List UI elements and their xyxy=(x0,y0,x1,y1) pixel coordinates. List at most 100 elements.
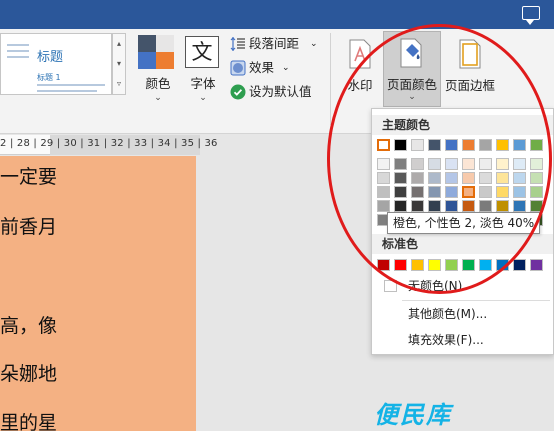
theme-shade-swatch[interactable] xyxy=(479,200,492,212)
theme-shade-swatch[interactable] xyxy=(394,158,407,170)
effects-label: 效果 xyxy=(249,60,275,75)
theme-color-swatch[interactable] xyxy=(530,139,543,151)
theme-shade-swatch[interactable] xyxy=(479,158,492,170)
theme-shade-swatch[interactable] xyxy=(479,186,492,198)
watermark-button[interactable]: 水印 xyxy=(340,33,380,103)
paragraph-spacing-label: 段落间距 xyxy=(249,36,300,51)
theme-colors-header: 主题颜色 xyxy=(372,115,553,135)
ribbon-divider xyxy=(330,33,331,125)
theme-color-swatch[interactable] xyxy=(428,139,441,151)
style-preview-title: 标题 xyxy=(37,50,64,65)
watermark-logo: 便民库 xyxy=(374,401,452,429)
theme-color-swatch[interactable] xyxy=(445,139,458,151)
theme-shade-swatch[interactable] xyxy=(530,186,543,198)
no-color-item[interactable]: 无颜色(N) xyxy=(372,274,553,298)
theme-shade-swatch[interactable] xyxy=(513,158,526,170)
standard-color-swatch[interactable] xyxy=(530,259,543,271)
theme-color-swatch[interactable] xyxy=(479,139,492,151)
theme-shade-swatch[interactable] xyxy=(496,200,509,212)
page-borders-button[interactable]: 页面边框 xyxy=(442,33,498,103)
theme-shade-swatch[interactable] xyxy=(411,172,424,184)
theme-shade-swatch[interactable] xyxy=(394,186,407,198)
page-color-button[interactable]: 页面颜色 ⌄ xyxy=(383,31,441,107)
standard-color-swatch[interactable] xyxy=(479,259,492,271)
chevron-down-icon: ⌄ xyxy=(199,93,207,103)
style-preview-heading: 标题 1 xyxy=(37,73,61,82)
theme-shade-swatch[interactable] xyxy=(530,158,543,170)
theme-shade-swatch[interactable] xyxy=(462,172,475,184)
colors-label: 颜色 xyxy=(145,76,171,91)
standard-color-swatch[interactable] xyxy=(377,259,390,271)
theme-shade-swatch[interactable] xyxy=(445,200,458,212)
standard-color-swatch[interactable] xyxy=(513,259,526,271)
theme-shade-swatch[interactable] xyxy=(513,172,526,184)
standard-color-swatch[interactable] xyxy=(445,259,458,271)
theme-shade-swatch[interactable] xyxy=(394,200,407,212)
page-color-label: 页面颜色 xyxy=(386,77,437,92)
theme-shade-swatch[interactable] xyxy=(530,172,543,184)
theme-shade-swatch[interactable] xyxy=(377,172,390,184)
comments-icon[interactable] xyxy=(522,6,540,25)
preview-line xyxy=(7,50,29,52)
theme-shade-swatch[interactable] xyxy=(428,172,441,184)
standard-color-swatch[interactable] xyxy=(462,259,475,271)
theme-shade-swatch[interactable] xyxy=(462,158,475,170)
fill-effects-item[interactable]: 填充效果(F)... xyxy=(372,328,553,352)
chevron-down-icon: ⌄ xyxy=(310,39,318,49)
theme-shade-swatch[interactable] xyxy=(462,200,475,212)
theme-colors-button[interactable]: 颜色 ⌄ xyxy=(134,33,182,103)
document-page[interactable]: 一定要 前香月 高，像 朵娜地 里的星 xyxy=(0,156,196,431)
theme-shade-swatch[interactable] xyxy=(445,186,458,198)
preview-line xyxy=(7,56,29,58)
theme-shade-swatch[interactable] xyxy=(462,186,475,198)
paragraph-group: 段落间距 ⌄ 效果 ⌄ 设为默认值 xyxy=(228,33,324,113)
theme-shade-swatch[interactable] xyxy=(513,186,526,198)
theme-color-swatch[interactable] xyxy=(496,139,509,151)
effects-icon xyxy=(230,60,246,76)
chevron-down-icon: ⌄ xyxy=(408,92,416,102)
theme-fonts-button[interactable]: 文 字体 ⌄ xyxy=(182,33,224,103)
theme-color-swatch[interactable] xyxy=(411,139,424,151)
theme-shade-swatch[interactable] xyxy=(377,200,390,212)
theme-color-swatch[interactable] xyxy=(462,139,475,151)
theme-shade-swatch[interactable] xyxy=(411,200,424,212)
theme-shade-swatch[interactable] xyxy=(496,158,509,170)
standard-color-swatch[interactable] xyxy=(428,259,441,271)
more-colors-item[interactable]: 其他颜色(M)... xyxy=(372,302,553,326)
standard-color-swatch[interactable] xyxy=(496,259,509,271)
fonts-label: 字体 xyxy=(190,76,216,91)
theme-shade-swatch[interactable] xyxy=(496,172,509,184)
theme-shade-swatch[interactable] xyxy=(428,200,441,212)
theme-shade-swatch[interactable] xyxy=(513,200,526,212)
standard-color-swatch[interactable] xyxy=(394,259,407,271)
gallery-more-button[interactable]: ▴ ▾ ▿ xyxy=(112,33,126,95)
theme-color-swatch[interactable] xyxy=(394,139,407,151)
preview-line xyxy=(37,90,97,92)
theme-color-swatch[interactable] xyxy=(377,139,390,151)
chevron-down-icon: ⌄ xyxy=(282,63,290,73)
theme-shade-swatch[interactable] xyxy=(530,200,543,212)
preview-line xyxy=(37,84,105,86)
theme-shade-swatch[interactable] xyxy=(428,158,441,170)
theme-shade-swatch[interactable] xyxy=(411,186,424,198)
color-tooltip: 橙色, 个性色 2, 淡色 40% xyxy=(387,212,541,234)
no-color-icon xyxy=(384,280,397,292)
horizontal-ruler[interactable]: 2 | 28 | 29 | 30 | 31 | 32 | 33 | 34 | 3… xyxy=(0,135,217,155)
doc-text-line: 高，像 xyxy=(0,315,58,337)
theme-shade-swatch[interactable] xyxy=(377,158,390,170)
standard-colors-header: 标准色 xyxy=(372,234,553,254)
theme-shade-swatch[interactable] xyxy=(445,158,458,170)
theme-shade-swatch[interactable] xyxy=(479,172,492,184)
font-icon: 文 xyxy=(185,36,219,68)
theme-shade-swatch[interactable] xyxy=(377,186,390,198)
doc-text-line: 里的星 xyxy=(0,412,58,431)
theme-shade-swatch[interactable] xyxy=(445,172,458,184)
theme-shade-swatch[interactable] xyxy=(411,158,424,170)
theme-shade-swatch[interactable] xyxy=(496,186,509,198)
theme-shade-swatch[interactable] xyxy=(428,186,441,198)
standard-color-swatch[interactable] xyxy=(411,259,424,271)
style-set-gallery[interactable]: 标题 标题 1 xyxy=(0,33,112,95)
theme-shade-swatch[interactable] xyxy=(394,172,407,184)
theme-color-swatch[interactable] xyxy=(513,139,526,151)
page-color-icon xyxy=(400,38,422,68)
